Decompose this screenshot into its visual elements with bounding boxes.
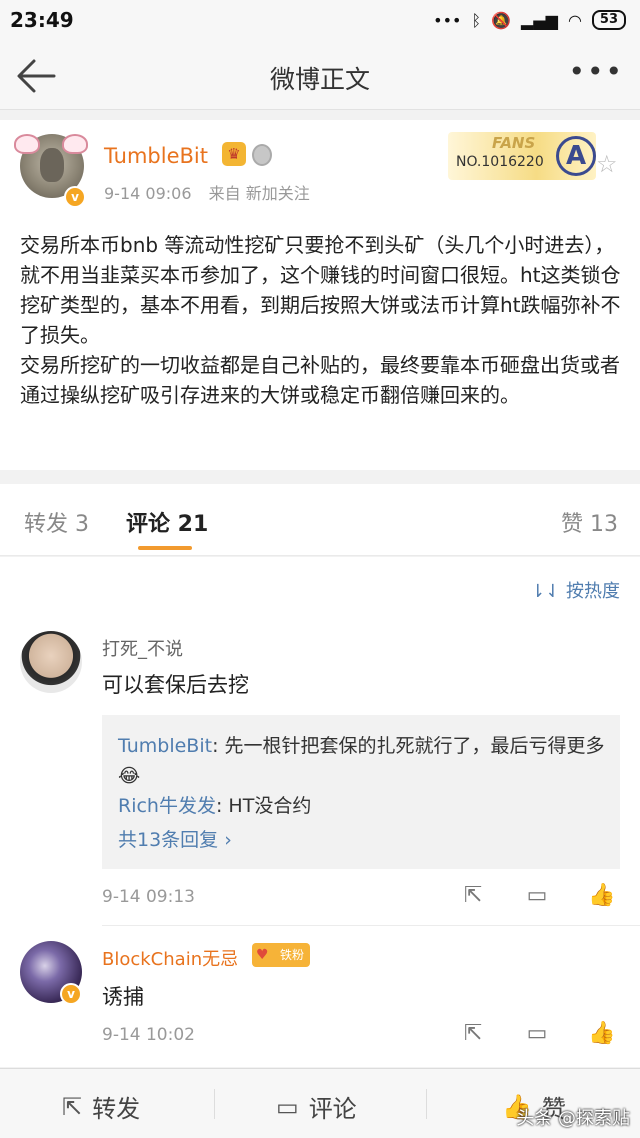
watermark: 头条 @探索贴 xyxy=(516,1108,630,1129)
reply-text: : HT没合约 xyxy=(215,795,312,817)
signal-icon: ▂▄▆ xyxy=(521,10,558,30)
reply-user[interactable]: Rich牛发发 xyxy=(118,795,216,817)
post-body: 交易所本币bnb 等流动性挖矿只要抢不到头矿（头几个小时进去），就不用当韭菜买本… xyxy=(20,233,621,407)
cat-ear-decoration-icon xyxy=(14,134,40,154)
comment-text: 可以套保后去挖 xyxy=(102,673,249,697)
comment-time: 9-14 09:13 xyxy=(102,887,195,907)
verified-badge-icon: v xyxy=(64,186,86,208)
status-bar: 23:49 ••• ᛒ 🔕 ▂▄▆ ◠ 53 xyxy=(0,0,640,40)
share-icon[interactable]: ⇱ xyxy=(460,1021,486,1047)
separator xyxy=(426,1089,427,1119)
post-source: 来自 新加关注 xyxy=(208,184,310,203)
post-meta: 9-14 09:06 来自 新加关注 xyxy=(104,180,322,204)
dots-icon: ••• xyxy=(433,10,462,30)
share-icon[interactable]: ⇱ xyxy=(460,883,486,909)
comment-button[interactable]: ▭ 评论 xyxy=(276,1089,357,1124)
cat-ear-decoration-icon xyxy=(62,134,88,154)
bluetooth-icon: ᛒ xyxy=(471,10,482,30)
medal-icon xyxy=(252,144,272,166)
comment-actions: ⇱ ▭ 👍 xyxy=(460,1021,616,1047)
status-time: 23:49 xyxy=(10,8,74,32)
sort-by-hot-button[interactable]: ⇂⇃ 按热度 xyxy=(530,577,620,603)
comment-icon: ▭ xyxy=(276,1092,299,1121)
more-replies-link[interactable]: 共13条回复 › xyxy=(118,825,232,852)
separator xyxy=(214,1089,215,1119)
mute-icon: 🔕 xyxy=(491,10,512,30)
comment-time: 9-14 10:02 xyxy=(102,1025,195,1045)
avatar-face xyxy=(40,148,64,182)
favorite-star-icon[interactable]: ☆ xyxy=(596,150,618,178)
commenter-name[interactable]: BlockChain无忌 xyxy=(102,945,238,971)
fans-word: FANS xyxy=(492,134,536,152)
page-title: 微博正文 xyxy=(269,65,370,94)
sort-icon: ⇂⇃ xyxy=(530,581,561,602)
reply-item: TumbleBit: 先一根针把套保的扎死就行了，最后亏得更多😂 xyxy=(118,731,608,791)
nav-bar: 微博正文 ••• xyxy=(0,40,640,110)
comments-section: ⇂⇃ 按热度 打死_不说 可以套保后去挖 TumbleBit: 先一根针把套保的… xyxy=(0,557,640,1067)
comment-actions: ⇱ ▭ 👍 xyxy=(460,883,616,909)
vip-crown-icon: ♛ xyxy=(222,142,246,166)
weibo-post: v TumbleBit ♛ 9-14 09:06 来自 新加关注 FANS NO… xyxy=(0,120,640,470)
verified-badge-icon: v xyxy=(60,983,82,1005)
active-tab-indicator xyxy=(138,546,192,550)
commenter-avatar[interactable] xyxy=(20,631,82,693)
comment-icon[interactable]: ▭ xyxy=(524,1021,550,1047)
iron-fan-badge: 铁粉 xyxy=(252,943,310,967)
fans-number: NO.1016220 xyxy=(456,154,544,170)
author-name[interactable]: TumbleBit xyxy=(104,144,208,168)
post-tabs: 转发 3 评论 21 赞 13 xyxy=(0,484,640,556)
comment-text: 诱捕 xyxy=(102,985,144,1009)
commenter-name[interactable]: 打死_不说 xyxy=(102,635,183,661)
tab-like[interactable]: 赞 13 xyxy=(561,506,618,538)
comment-icon[interactable]: ▭ xyxy=(524,883,550,909)
like-thumb-icon[interactable]: 👍 xyxy=(588,1021,615,1047)
repost-label: 转发 xyxy=(92,1095,141,1123)
reply-item: Rich牛发发: HT没合约 xyxy=(118,791,608,821)
wifi-icon: ◠ xyxy=(567,10,582,30)
reply-box[interactable]: TumbleBit: 先一根针把套保的扎死就行了，最后亏得更多😂 Rich牛发发… xyxy=(102,715,620,869)
tab-repost[interactable]: 转发 3 xyxy=(24,506,89,538)
bottom-action-bar: ⇱ 转发 ▭ 评论 👍 赞 头条 @探索贴 xyxy=(0,1068,640,1138)
status-icons: ••• ᛒ 🔕 ▂▄▆ ◠ 53 xyxy=(433,10,626,30)
avengers-logo-icon: A xyxy=(556,136,596,176)
repost-button[interactable]: ⇱ 转发 xyxy=(62,1089,140,1124)
more-options-icon[interactable]: ••• xyxy=(568,58,624,86)
fans-badge[interactable]: FANS NO.1016220 A xyxy=(448,132,596,180)
comment-divider xyxy=(102,925,640,926)
tab-comment[interactable]: 评论 21 xyxy=(126,506,208,538)
battery-indicator: 53 xyxy=(591,10,626,30)
comment-label: 评论 xyxy=(308,1095,357,1123)
like-thumb-icon[interactable]: 👍 xyxy=(588,883,615,909)
reply-user[interactable]: TumbleBit xyxy=(118,735,212,757)
post-time: 9-14 09:06 xyxy=(104,184,192,203)
sort-label: 按热度 xyxy=(566,581,620,602)
repost-icon: ⇱ xyxy=(62,1092,83,1121)
